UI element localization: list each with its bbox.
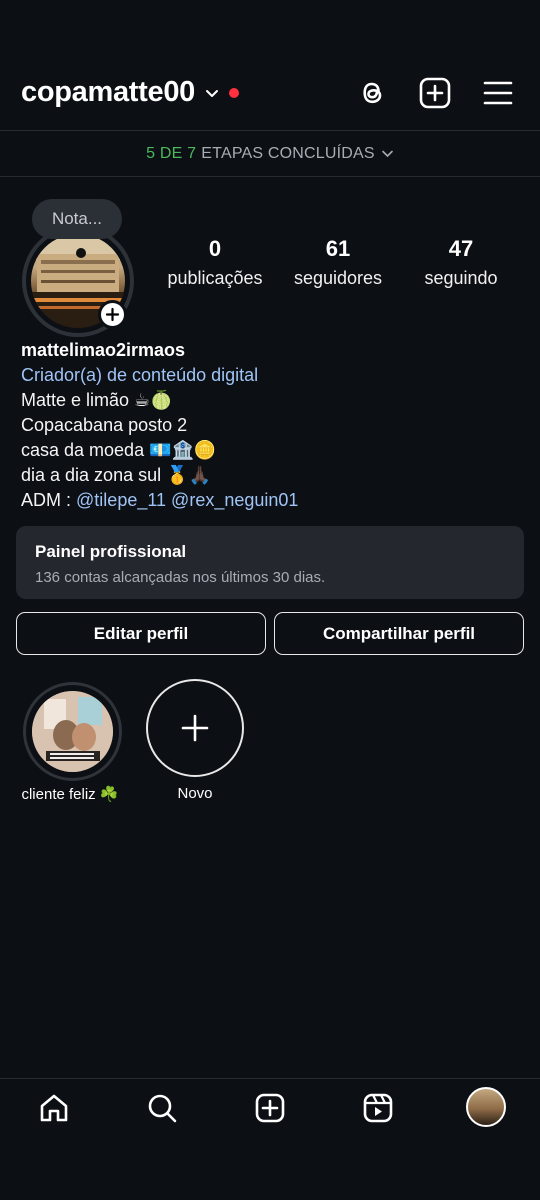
stat-label: seguidores <box>293 268 383 288</box>
bio-line: Copacabana posto 2 <box>21 415 188 435</box>
bio-line: Matte e limão ☕🍈 <box>21 390 173 410</box>
add-story-button[interactable] <box>98 300 127 329</box>
stat-posts: 0 publicações <box>165 236 265 289</box>
notification-dot <box>229 87 239 98</box>
steps-done-count: 5 DE 7 <box>146 144 197 162</box>
threads-icon[interactable] <box>356 76 388 110</box>
panel-subtitle: 136 contas alcançadas nos últimos 30 dia… <box>35 569 326 586</box>
stat-label: seguindo <box>424 268 498 288</box>
stat-following[interactable]: 47 seguindo <box>411 236 511 289</box>
chevron-down-icon <box>382 150 393 158</box>
highlight-label: cliente feliz ☘️ <box>21 786 119 803</box>
bio-line: casa da moeda 💶🏦🪙 <box>21 440 217 460</box>
bio-line-adm: ADM : @tilepe_11 @rex_neguin01 <box>21 488 298 513</box>
stat-value: 61 <box>325 236 351 261</box>
username-title[interactable]: copamatte00 <box>21 76 195 109</box>
highlight-label: Novo <box>177 785 213 802</box>
stat-followers[interactable]: 61 seguidores <box>288 236 388 289</box>
highlight-photo <box>32 691 113 772</box>
display-name: mattelimao2irmaos <box>21 340 186 360</box>
stat-label: publicações <box>167 268 263 288</box>
create-icon[interactable] <box>254 1092 286 1124</box>
share-profile-button[interactable]: Compartilhar perfil <box>274 612 524 655</box>
edit-profile-button[interactable]: Editar perfil <box>16 612 266 655</box>
note-bubble[interactable]: Nota... <box>32 199 122 239</box>
account-switcher[interactable]: copamatte00 <box>21 76 239 109</box>
mention-link[interactable]: @tilepe_11 <box>76 490 166 510</box>
highlight-cover <box>32 691 113 772</box>
stat-value: 0 <box>208 236 222 261</box>
plus-icon <box>105 307 120 322</box>
create-icon[interactable] <box>419 76 451 110</box>
profile-bio: mattelimao2irmaos Criador(a) de conteúdo… <box>21 338 298 513</box>
stat-value: 47 <box>448 236 474 261</box>
panel-title: Painel profissional <box>35 542 187 561</box>
home-icon[interactable] <box>38 1092 70 1124</box>
new-highlight-button[interactable] <box>146 679 244 777</box>
bio-line: dia a dia zona sul 🥇🙏🏿 <box>21 465 211 485</box>
setup-steps-banner[interactable]: 5 DE 7 ETAPAS CONCLUÍDAS <box>0 131 540 177</box>
search-icon[interactable] <box>146 1092 178 1124</box>
plus-icon <box>181 714 209 742</box>
professional-dashboard[interactable]: Painel profissional 136 contas alcançada… <box>16 526 524 599</box>
menu-icon[interactable] <box>482 76 514 110</box>
adm-prefix: ADM : <box>21 490 72 510</box>
reels-icon[interactable] <box>362 1092 394 1124</box>
chevron-down-icon[interactable] <box>205 86 219 100</box>
category-label[interactable]: Criador(a) de conteúdo digital <box>21 363 298 388</box>
profile-avatar[interactable] <box>466 1087 506 1127</box>
top-header: copamatte00 <box>0 0 540 131</box>
steps-label: ETAPAS CONCLUÍDAS <box>201 144 375 162</box>
mention-link[interactable]: @rex_neguin01 <box>171 490 298 510</box>
highlight-cliente-feliz[interactable] <box>23 682 122 781</box>
